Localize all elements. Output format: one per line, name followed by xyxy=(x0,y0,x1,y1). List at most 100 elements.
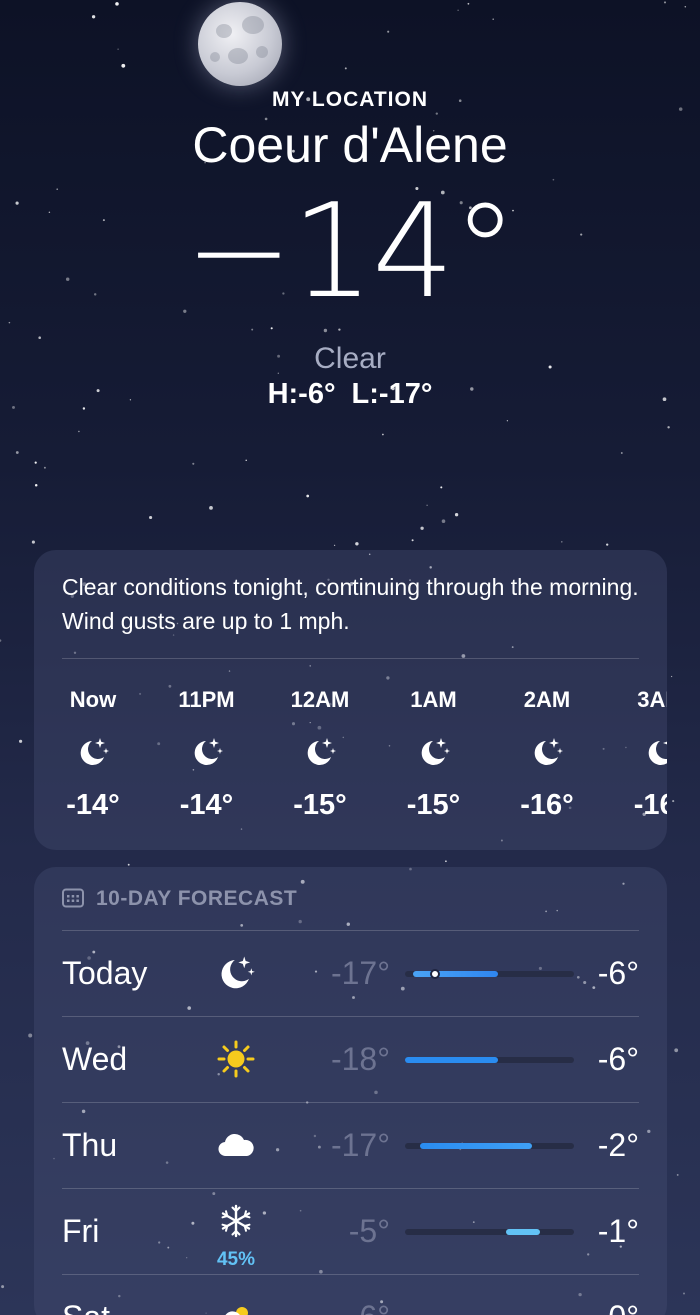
cloud-sun-icon xyxy=(216,1297,256,1315)
hour-temperature: -15° xyxy=(406,789,461,821)
forecast-high: -6° xyxy=(597,1041,639,1077)
hour-label: 11PM xyxy=(178,687,235,712)
star xyxy=(411,539,414,542)
hour-label: Now xyxy=(69,687,117,712)
star xyxy=(1,1285,5,1289)
forecast-row[interactable]: Wed -18° -6° xyxy=(34,1017,667,1102)
star xyxy=(117,48,119,50)
high-temperature: H:-6° xyxy=(267,378,336,410)
forecast-low: -17° xyxy=(330,955,390,991)
moon-stars-icon xyxy=(190,735,224,769)
hour-temperature: -16° xyxy=(633,789,667,821)
current-temperature: −14° xyxy=(184,175,517,327)
star xyxy=(192,462,195,465)
forecast-day: Today xyxy=(62,955,148,991)
hourly-forecast-card[interactable]: Clear conditions tonight, continuing thr… xyxy=(34,550,667,850)
star xyxy=(620,452,623,454)
hour-temperature: -15° xyxy=(293,789,347,821)
forecast-high: -2° xyxy=(597,1127,639,1163)
star xyxy=(457,9,459,11)
temperature-range-fill xyxy=(413,971,498,977)
forecast-row[interactable]: Sat -6° 0° xyxy=(34,1275,667,1315)
star xyxy=(382,433,384,436)
star xyxy=(420,526,424,530)
star xyxy=(31,540,35,544)
star xyxy=(670,675,673,678)
moon-stars-icon xyxy=(417,735,451,769)
forecast-list: Today -17° -6° Wed -18° -6° Thu -17° -2° Fri 45%… xyxy=(34,930,667,1315)
high-low: H:-6° L:-17° xyxy=(0,378,700,411)
temperature-range-fill xyxy=(405,1057,498,1063)
star xyxy=(676,1173,679,1176)
star xyxy=(209,506,213,510)
city-name: Coeur d'Alene xyxy=(192,117,508,173)
forecast-day: Fri xyxy=(62,1213,100,1249)
conditions-summary: Clear conditions tonight, continuing thr… xyxy=(62,574,639,634)
star xyxy=(43,466,46,469)
temperature-range-fill xyxy=(420,1143,532,1149)
forecast-high: -6° xyxy=(597,955,639,991)
star xyxy=(426,504,428,507)
star xyxy=(467,2,470,5)
star xyxy=(355,542,359,546)
hour-temperature: -14° xyxy=(179,789,234,821)
hourly-item: 2AM -16° xyxy=(490,659,604,822)
moon-stars-icon xyxy=(644,735,667,769)
sun-icon xyxy=(216,1039,256,1079)
star xyxy=(19,739,23,743)
hour-label: 12AM xyxy=(290,687,350,712)
location-caption: MY LOCATION xyxy=(271,88,429,111)
star xyxy=(441,519,446,523)
star xyxy=(684,6,687,8)
forecast-low: -6° xyxy=(304,1299,390,1315)
hour-label: 2AM xyxy=(523,687,571,712)
star xyxy=(28,1033,33,1038)
moon-stars-icon xyxy=(303,735,337,769)
temperature-range-bar xyxy=(405,1143,574,1149)
hourly-item: 12AM -15° xyxy=(263,659,377,822)
star xyxy=(78,430,80,433)
star xyxy=(344,67,347,70)
hourly-item: 3AM -16° xyxy=(604,659,667,822)
star xyxy=(674,1048,679,1053)
star xyxy=(672,800,675,803)
ten-day-forecast-card[interactable]: 10-DAY FORECAST Today -17° -6° Wed -18° -6° T… xyxy=(34,867,667,1315)
star xyxy=(34,484,38,487)
hourly-item: 1AM -15° xyxy=(377,659,491,822)
forecast-row[interactable]: Fri 45% -5° -1° xyxy=(34,1189,667,1274)
cloud-icon xyxy=(216,1125,256,1165)
star xyxy=(34,461,37,464)
forecast-row[interactable]: Today -17° -6° xyxy=(34,931,667,1016)
star xyxy=(127,863,130,866)
forecast-day: Thu xyxy=(62,1127,118,1163)
star xyxy=(454,513,459,517)
hour-label: 3AM xyxy=(637,687,667,712)
star xyxy=(0,639,2,642)
star xyxy=(561,541,563,543)
star xyxy=(506,420,509,422)
forecast-low: -5° xyxy=(348,1213,390,1249)
forecast-row[interactable]: Thu -17° -2° xyxy=(34,1103,667,1188)
star xyxy=(492,18,494,20)
hourly-item: Now -14° xyxy=(36,659,150,822)
forecast-low: -17° xyxy=(330,1127,390,1163)
star xyxy=(445,860,447,863)
star xyxy=(440,486,443,489)
current-condition: Clear xyxy=(314,342,386,375)
star xyxy=(245,459,247,462)
star xyxy=(121,63,126,68)
moon-stars-icon xyxy=(76,735,110,769)
star xyxy=(387,30,390,33)
temperature-range-bar xyxy=(405,1229,574,1235)
hourly-item: 11PM -14° xyxy=(150,659,264,822)
hour-temperature: -16° xyxy=(520,789,574,821)
star xyxy=(91,15,96,19)
forecast-high: 0° xyxy=(608,1299,639,1315)
star xyxy=(115,2,119,6)
star xyxy=(306,494,310,498)
moon-stars-icon xyxy=(530,735,564,769)
forecast-day: Sat xyxy=(62,1299,110,1315)
snowflake-icon xyxy=(216,1201,256,1241)
hour-temperature: -14° xyxy=(66,789,120,821)
hourly-strip[interactable]: Now -14° 11PM -14° 12AM -15° 1AM -15° 2AM -1… xyxy=(34,659,667,850)
